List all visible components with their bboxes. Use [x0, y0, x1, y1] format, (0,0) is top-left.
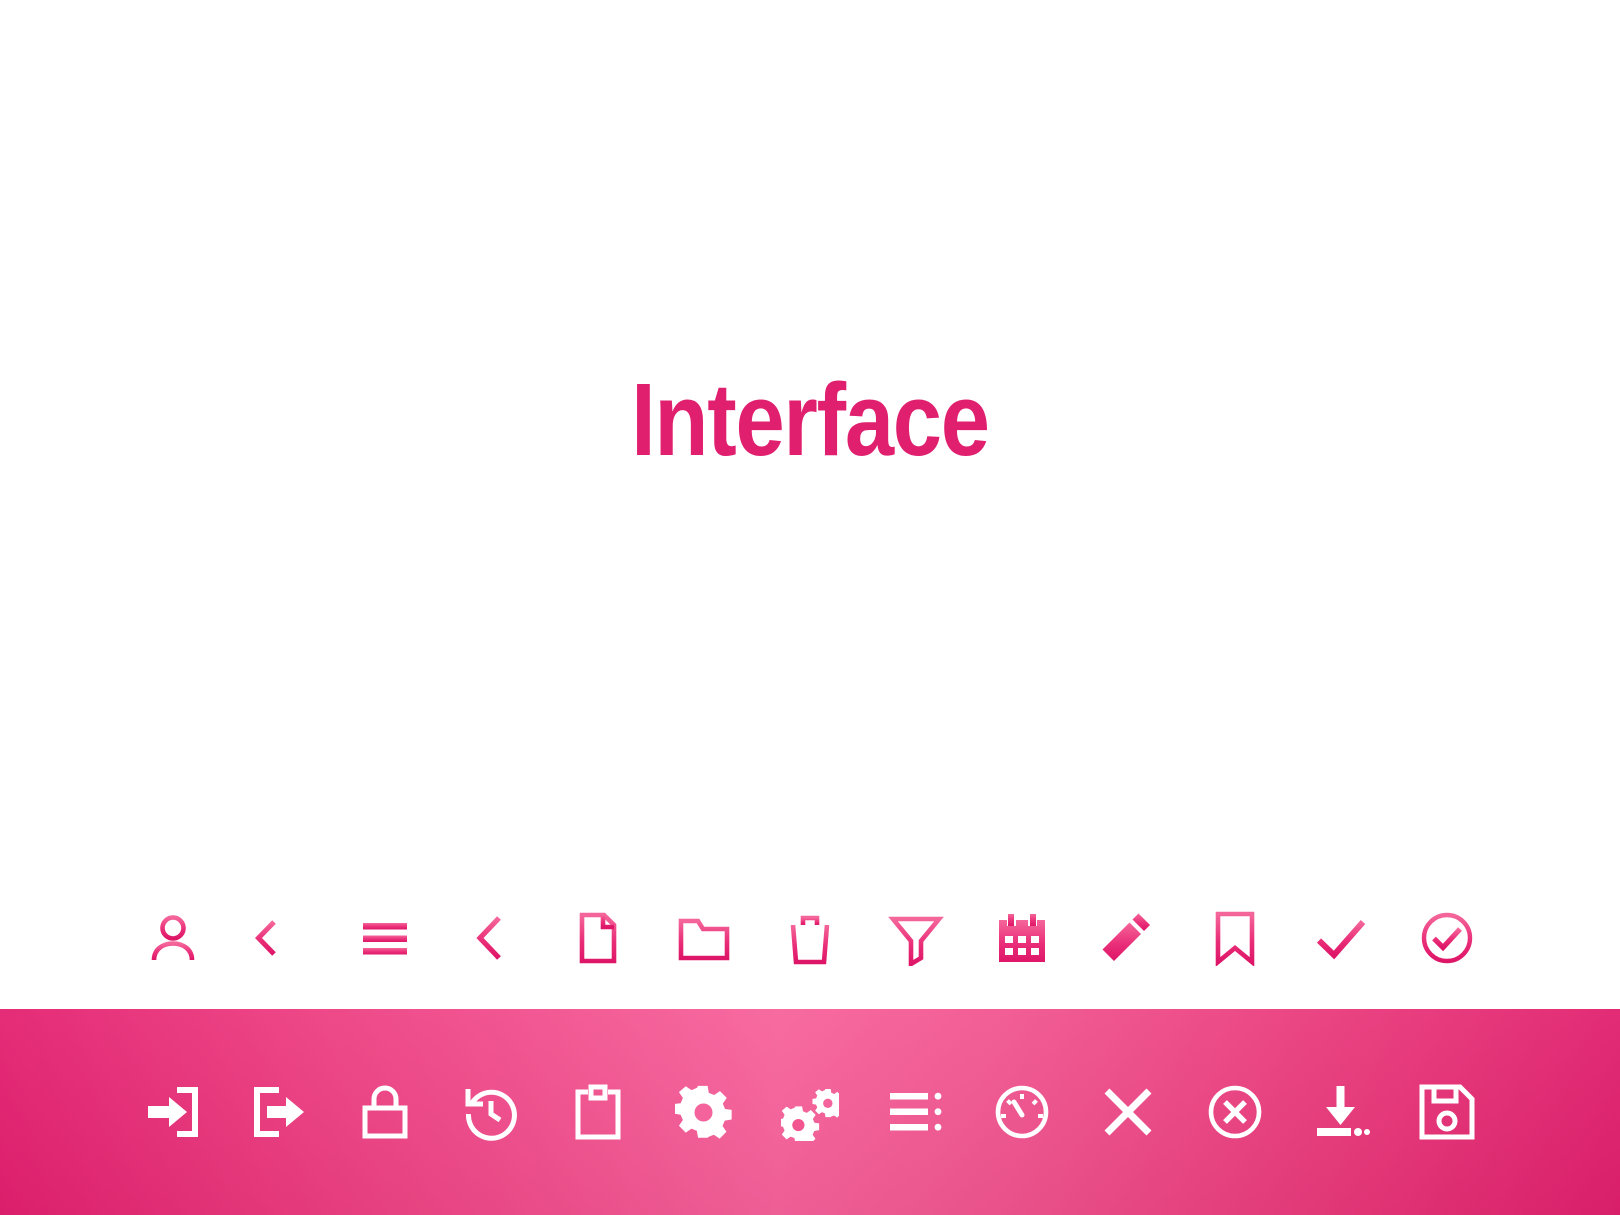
icon-row-white-on-pink [0, 1009, 1620, 1215]
clipboard-icon[interactable] [565, 1073, 631, 1151]
icon-row-pink [0, 896, 1620, 980]
pencil-icon[interactable] [1095, 905, 1161, 971]
bookmark-icon[interactable] [1202, 905, 1268, 971]
trash-icon[interactable] [777, 905, 843, 971]
menu-icon[interactable] [352, 905, 418, 971]
check-circle-icon[interactable] [1414, 905, 1480, 971]
logout-icon[interactable] [246, 1073, 312, 1151]
chevron-left-icon[interactable] [458, 905, 524, 971]
title-section: Interface [0, 0, 1620, 800]
gears-icon[interactable] [777, 1073, 843, 1151]
lock-icon[interactable] [352, 1073, 418, 1151]
gear-icon[interactable] [671, 1073, 737, 1151]
gauge-icon[interactable] [989, 1073, 1055, 1151]
history-icon[interactable] [458, 1073, 524, 1151]
check-icon[interactable] [1308, 905, 1374, 971]
folder-icon[interactable] [671, 905, 737, 971]
list-icon[interactable] [883, 1073, 949, 1151]
file-icon[interactable] [565, 905, 631, 971]
arrow-left-icon[interactable] [246, 905, 312, 971]
login-icon[interactable] [140, 1073, 206, 1151]
close-circle-icon[interactable] [1202, 1073, 1268, 1151]
filter-icon[interactable] [883, 905, 949, 971]
user-icon[interactable] [140, 905, 206, 971]
calendar-icon[interactable] [989, 905, 1055, 971]
download-icon[interactable] [1308, 1073, 1374, 1151]
close-icon[interactable] [1095, 1073, 1161, 1151]
page-title: Interface [631, 362, 990, 477]
save-icon[interactable] [1414, 1073, 1480, 1151]
